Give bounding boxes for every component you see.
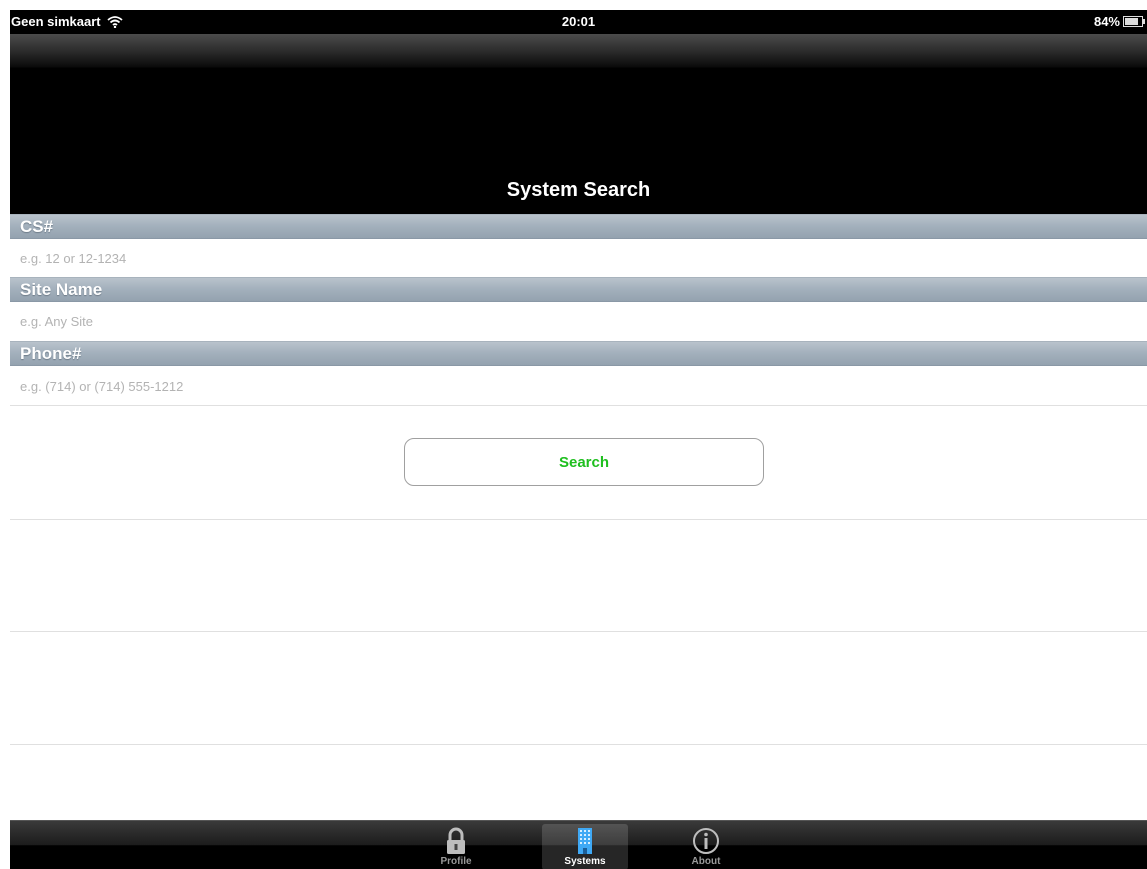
page-title: System Search xyxy=(506,179,651,201)
battery-percent: 84% xyxy=(1093,14,1120,29)
row-divider xyxy=(10,631,1147,632)
section-header-site-name: Site Name xyxy=(10,277,1147,302)
section-header-phone: Phone# xyxy=(10,341,1147,366)
tab-bar: Profile Systems About xyxy=(10,820,1147,869)
battery-icon xyxy=(1123,16,1145,27)
section-label-cs: CS# xyxy=(20,217,54,236)
phone-row xyxy=(10,367,1147,405)
section-label-site-name: Site Name xyxy=(20,280,103,299)
status-time: 20:01 xyxy=(561,14,596,29)
tab-profile[interactable]: Profile xyxy=(413,824,499,869)
lock-icon xyxy=(447,827,465,854)
section-label-phone: Phone# xyxy=(20,344,82,363)
cs-row xyxy=(10,239,1147,277)
phone-number-field[interactable] xyxy=(20,367,1130,405)
site-name-row xyxy=(10,302,1147,340)
navigation-bar: System Search xyxy=(10,34,1147,214)
battery-info: 84% xyxy=(1093,14,1145,29)
building-icon xyxy=(578,828,592,854)
row-divider xyxy=(10,744,1147,745)
tab-label-about: About xyxy=(691,856,721,867)
app-screen: Geen simkaart 20:01 84% System Search CS… xyxy=(0,0,1147,869)
tab-systems[interactable]: Systems xyxy=(542,824,628,869)
section-header-cs: CS# xyxy=(10,214,1147,239)
status-bar: Geen simkaart 20:01 84% xyxy=(10,10,1147,34)
tab-label-systems: Systems xyxy=(564,856,606,867)
cs-number-field[interactable] xyxy=(20,239,1130,277)
content-area: Geen simkaart 20:01 84% System Search CS… xyxy=(10,0,1147,869)
row-divider xyxy=(10,519,1147,520)
row-divider xyxy=(10,405,1147,406)
tab-label-profile: Profile xyxy=(440,856,472,867)
search-button[interactable]: Search xyxy=(404,438,764,486)
info-icon xyxy=(693,828,719,854)
site-name-field[interactable] xyxy=(20,302,1130,340)
tab-about[interactable]: About xyxy=(663,824,749,869)
